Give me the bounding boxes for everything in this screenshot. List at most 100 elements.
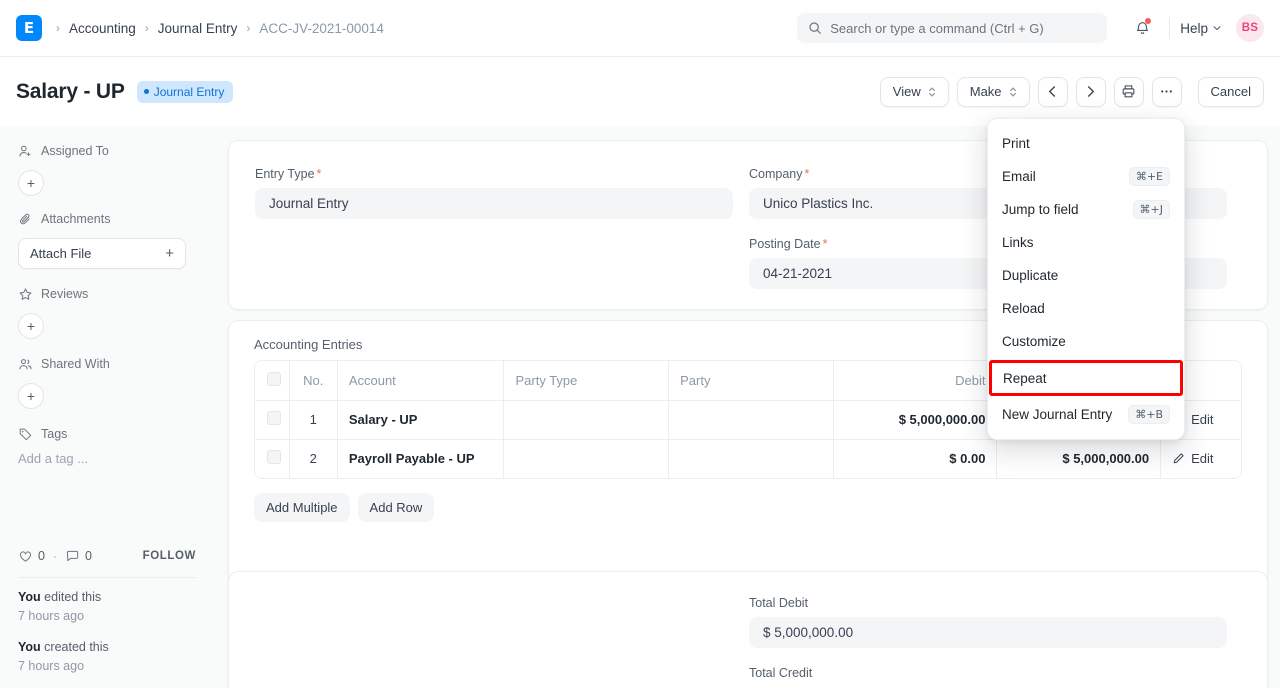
menu-item-duplicate[interactable]: Duplicate	[988, 259, 1184, 292]
follow-button[interactable]: FOLLOW	[143, 550, 196, 562]
totals-left-column	[255, 596, 733, 688]
cell-debit: $ 0.00	[949, 451, 985, 466]
add-review-button[interactable]: +	[18, 313, 44, 339]
menu-item-label: Print	[1002, 136, 1030, 151]
print-button[interactable]	[1114, 77, 1144, 107]
edit-label: Edit	[1191, 412, 1213, 427]
pencil-icon	[1172, 452, 1185, 465]
add-tag-input[interactable]: Add a tag ...	[18, 451, 196, 466]
app-logo-icon[interactable]: E	[16, 15, 42, 41]
assigned-user-icon	[18, 144, 33, 159]
cell-row-number: 2	[289, 439, 337, 478]
required-marker: *	[805, 167, 810, 181]
search-input[interactable]: Search or type a command (Ctrl + G)	[797, 13, 1107, 43]
divider	[18, 577, 196, 578]
sidebar-section-attachments: Attachments Attach File +	[18, 208, 196, 269]
comment-icon[interactable]	[65, 549, 80, 564]
activity-action: edited this	[41, 590, 101, 604]
row-checkbox[interactable]	[267, 411, 281, 425]
chevron-updown-icon	[928, 86, 936, 98]
view-button[interactable]: View	[880, 77, 949, 107]
cell-row-number: 1	[289, 400, 337, 439]
activity-item: You edited this 7 hours ago	[18, 588, 196, 626]
column-header-account: Account	[337, 361, 504, 400]
row-checkbox[interactable]	[267, 450, 281, 464]
menu-item-label: Customize	[1002, 334, 1066, 349]
document-sidebar: Assigned To + Attachments Attach File +	[0, 126, 212, 688]
field-label: Entry Type	[255, 167, 315, 181]
field-label: Posting Date	[749, 237, 821, 251]
add-row-button[interactable]: Add Row	[358, 493, 435, 522]
breadcrumb-separator: ›	[145, 22, 149, 34]
attach-file-label: Attach File	[30, 246, 91, 261]
cell-party[interactable]	[669, 439, 834, 478]
column-header-debit: Debit	[833, 361, 997, 400]
activity-actor: You	[18, 640, 41, 654]
breadcrumb-item-accounting[interactable]: Accounting	[69, 21, 136, 36]
select-all-checkbox[interactable]	[267, 372, 281, 386]
cell-account: Salary - UP	[349, 412, 418, 427]
previous-document-button[interactable]	[1038, 77, 1068, 107]
paperclip-icon	[18, 212, 33, 227]
next-document-button[interactable]	[1076, 77, 1106, 107]
breadcrumb-item-document-id: ACC-JV-2021-00014	[259, 21, 384, 36]
menu-item-shortcut: ⌘+J	[1133, 200, 1170, 219]
menu-item-repeat[interactable]: Repeat	[989, 360, 1183, 396]
sidebar-section-title: Attachments	[41, 212, 110, 226]
attach-file-button[interactable]: Attach File +	[18, 238, 186, 269]
cell-party[interactable]	[669, 400, 834, 439]
totals-right-column: Total Debit $ 5,000,000.00 Total Credit	[749, 596, 1227, 688]
activity-time: 7 hours ago	[18, 657, 196, 676]
menu-item-label: Links	[1002, 235, 1034, 250]
separator-dot: ·	[53, 549, 57, 563]
edit-label: Edit	[1191, 451, 1213, 466]
add-multiple-button[interactable]: Add Multiple	[254, 493, 350, 522]
menu-item-customize[interactable]: Customize	[988, 325, 1184, 358]
menu-item-shortcut: ⌘+B	[1128, 405, 1170, 424]
breadcrumb-item-journal-entry[interactable]: Journal Entry	[158, 21, 238, 36]
field-entry-type: Entry Type* Journal Entry	[255, 167, 733, 219]
page-header: Salary - UP Journal Entry View Make	[0, 57, 1280, 126]
table-row[interactable]: 2 Payroll Payable - UP $ 0.00 $ 5,000,00…	[255, 439, 1241, 478]
sidebar-section-assigned-to: Assigned To +	[18, 140, 196, 196]
chevron-left-icon	[1046, 85, 1059, 98]
add-assignment-button[interactable]: +	[18, 170, 44, 196]
chevron-down-icon	[1212, 23, 1222, 33]
entry-type-input[interactable]: Journal Entry	[255, 188, 733, 219]
cancel-button[interactable]: Cancel	[1198, 77, 1264, 107]
menu-item-label: Repeat	[1003, 371, 1047, 386]
heart-icon[interactable]	[18, 549, 33, 564]
menu-item-reload[interactable]: Reload	[988, 292, 1184, 325]
menu-item-print[interactable]: Print	[988, 127, 1184, 160]
menu-item-links[interactable]: Links	[988, 226, 1184, 259]
menu-item-label: Jump to field	[1002, 202, 1079, 217]
edit-row-button[interactable]: Edit	[1172, 451, 1230, 466]
breadcrumb: › Accounting › Journal Entry › ACC-JV-20…	[56, 21, 384, 36]
sidebar-footer: 0 · 0 FOLLOW You edited this 7 hours ago…	[18, 539, 196, 688]
cell-party-type[interactable]	[504, 400, 669, 439]
menu-item-email[interactable]: Email ⌘+E	[988, 160, 1184, 193]
view-button-label: View	[893, 84, 921, 99]
more-options-button[interactable]	[1152, 77, 1182, 107]
engagement-row: 0 · 0 FOLLOW	[18, 539, 196, 573]
select-all-header	[255, 361, 289, 400]
menu-item-label: New Journal Entry	[1002, 407, 1112, 422]
menu-item-jump-to-field[interactable]: Jump to field ⌘+J	[988, 193, 1184, 226]
avatar[interactable]: BS	[1236, 14, 1264, 42]
menu-item-label: Reload	[1002, 301, 1045, 316]
make-dropdown-menu: Print Email ⌘+E Jump to field ⌘+J Links …	[987, 118, 1185, 440]
navbar-divider	[1169, 17, 1170, 39]
add-share-button[interactable]: +	[18, 383, 44, 409]
cell-party-type[interactable]	[504, 439, 669, 478]
menu-item-new-journal-entry[interactable]: New Journal Entry ⌘+B	[988, 398, 1184, 431]
activity-item: You created this 7 hours ago	[18, 638, 196, 676]
erpnext-journal-entry-page: E › Accounting › Journal Entry › ACC-JV-…	[0, 0, 1280, 688]
make-button[interactable]: Make	[957, 77, 1030, 107]
help-menu-button[interactable]: Help	[1180, 21, 1222, 36]
ellipsis-icon	[1159, 84, 1174, 99]
users-icon	[18, 357, 33, 372]
total-debit-value: $ 5,000,000.00	[749, 617, 1227, 648]
activity-action: created this	[41, 640, 109, 654]
notifications-button[interactable]	[1125, 11, 1159, 45]
total-credit-label: Total Credit	[749, 666, 1227, 680]
